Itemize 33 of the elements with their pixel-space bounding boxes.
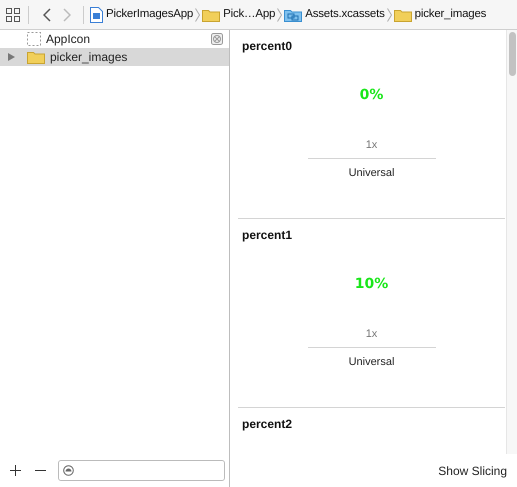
grid-icon[interactable] (6, 8, 20, 22)
scale-label: 1x (308, 137, 436, 158)
chevron-icon (386, 8, 392, 22)
scale-label: 1x (308, 326, 436, 348)
sidebar-item[interactable]: picker_images (0, 48, 229, 66)
folder-icon (394, 8, 412, 22)
breadcrumb-item[interactable]: Pick…App (223, 6, 276, 24)
chevron-icon (63, 8, 71, 22)
document-icon (90, 6, 103, 22)
idiom-label: Universal (348, 354, 394, 370)
chevron-icon (43, 8, 51, 22)
folder-icon (27, 50, 45, 64)
breadcrumb-item[interactable]: PickerImagesApp (106, 6, 194, 24)
placeholder-icon (27, 32, 41, 46)
add-button[interactable] (8, 462, 23, 478)
folder-icon (284, 8, 302, 22)
breadcrumb-item[interactable]: Assets.xcassets (305, 6, 385, 24)
show-slicing-button[interactable]: Show Slicing (438, 462, 507, 480)
image-set-name: percent0 (241, 38, 294, 55)
sidebar-item[interactable]: AppIcon (0, 30, 229, 48)
idiom-label: Universal (348, 166, 394, 180)
image-set-name: percent1 (241, 227, 294, 244)
disclosure-triangle-icon[interactable] (8, 53, 15, 61)
chevron-icon (195, 8, 200, 22)
folder-icon (202, 8, 220, 22)
breadcrumb-item[interactable]: picker_images (414, 6, 486, 24)
filter-field[interactable] (58, 460, 225, 480)
chevron-icon (277, 8, 282, 22)
filter-icon (63, 464, 74, 476)
plus-icon (10, 464, 21, 476)
badge-icon (211, 33, 223, 45)
image-set-name: percent2 (241, 416, 294, 433)
scrollbar-thumb[interactable] (508, 32, 516, 76)
